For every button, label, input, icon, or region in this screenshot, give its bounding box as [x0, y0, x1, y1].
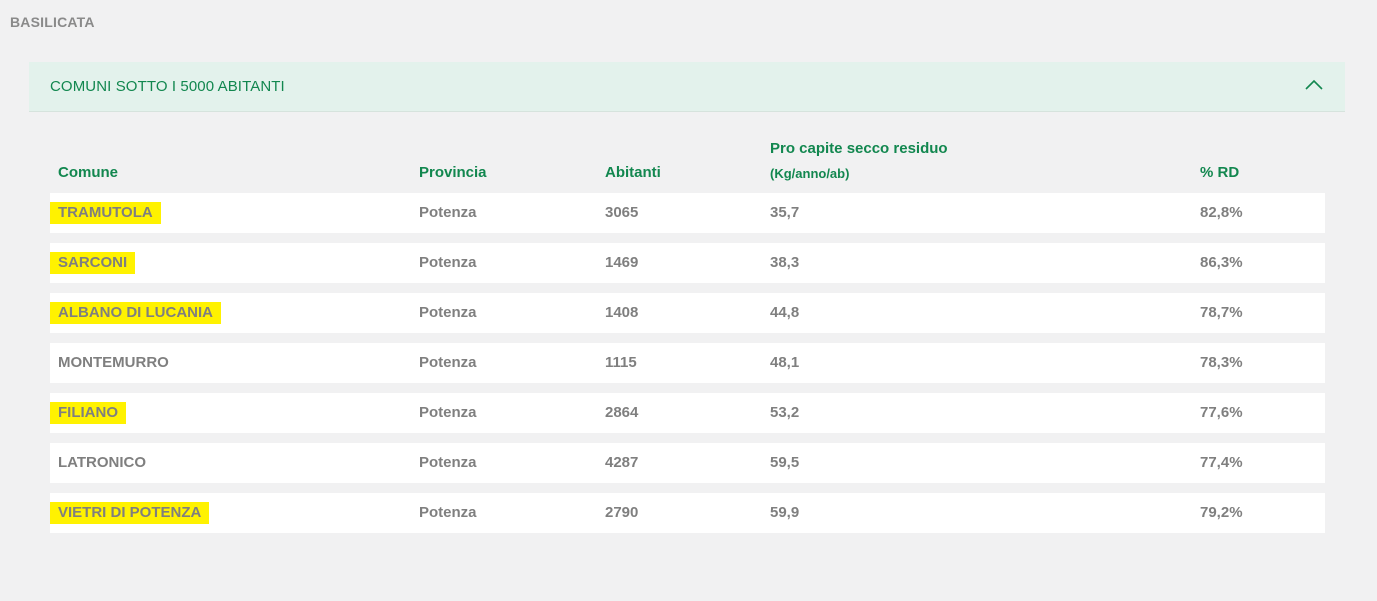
table-body: TRAMUTOLA Potenza 3065 35,7 82,8% SARCON… [50, 193, 1325, 543]
header-pro-capite: Pro capite secco residuo [770, 140, 948, 157]
cell-pro-capite: 59,5 [770, 454, 800, 471]
table-row: MONTEMURRO Potenza 1115 48,1 78,3% [50, 343, 1325, 383]
cell-comune: ALBANO DI LUCANIA [50, 302, 221, 324]
cell-abitanti: 1469 [605, 254, 639, 271]
cell-rd: 78,7% [1200, 304, 1243, 321]
cell-provincia: Potenza [419, 204, 477, 221]
cell-rd: 79,2% [1200, 504, 1243, 521]
cell-rd: 77,6% [1200, 404, 1243, 421]
table-row: FILIANO Potenza 2864 53,2 77,6% [50, 393, 1325, 433]
header-provincia: Provincia [419, 164, 487, 181]
cell-rd: 82,8% [1200, 204, 1243, 221]
cell-abitanti: 1408 [605, 304, 639, 321]
table-header: Comune Provincia Abitanti Pro capite sec… [50, 130, 1325, 186]
header-rd: % RD [1200, 164, 1240, 181]
cell-rd: 77,4% [1200, 454, 1243, 471]
table-row: SARCONI Potenza 1469 38,3 86,3% [50, 243, 1325, 283]
cell-provincia: Potenza [419, 504, 477, 521]
cell-provincia: Potenza [419, 404, 477, 421]
accordion-header-comuni-sotto-5000[interactable]: COMUNI SOTTO I 5000 ABITANTI [29, 62, 1345, 112]
cell-comune: VIETRI DI POTENZA [50, 502, 210, 524]
cell-abitanti: 3065 [605, 204, 639, 221]
cell-provincia: Potenza [419, 254, 477, 271]
cell-abitanti: 2864 [605, 404, 639, 421]
region-title: BASILICATA [10, 14, 95, 30]
cell-provincia: Potenza [419, 454, 477, 471]
cell-pro-capite: 38,3 [770, 254, 800, 271]
header-abitanti: Abitanti [605, 164, 661, 181]
accordion-title: COMUNI SOTTO I 5000 ABITANTI [50, 78, 285, 95]
chevron-up-icon[interactable] [1305, 79, 1323, 91]
table-row: VIETRI DI POTENZA Potenza 2790 59,9 79,2… [50, 493, 1325, 533]
cell-rd: 78,3% [1200, 354, 1243, 371]
cell-pro-capite: 48,1 [770, 354, 800, 371]
cell-pro-capite: 44,8 [770, 304, 800, 321]
header-pro-capite-unit: (Kg/anno/ab) [770, 166, 850, 181]
cell-pro-capite: 59,9 [770, 504, 800, 521]
cell-comune: LATRONICO [58, 454, 147, 471]
header-comune: Comune [58, 164, 118, 181]
cell-comune: FILIANO [50, 402, 126, 424]
cell-rd: 86,3% [1200, 254, 1243, 271]
cell-abitanti: 4287 [605, 454, 639, 471]
cell-provincia: Potenza [419, 354, 477, 371]
cell-comune: MONTEMURRO [58, 354, 169, 371]
table-row: ALBANO DI LUCANIA Potenza 1408 44,8 78,7… [50, 293, 1325, 333]
cell-pro-capite: 53,2 [770, 404, 800, 421]
table-row: TRAMUTOLA Potenza 3065 35,7 82,8% [50, 193, 1325, 233]
table-row: LATRONICO Potenza 4287 59,5 77,4% [50, 443, 1325, 483]
cell-comune: TRAMUTOLA [50, 202, 161, 224]
cell-abitanti: 1115 [605, 354, 637, 371]
cell-pro-capite: 35,7 [770, 204, 800, 221]
cell-comune: SARCONI [50, 252, 136, 274]
cell-abitanti: 2790 [605, 504, 639, 521]
cell-provincia: Potenza [419, 304, 477, 321]
